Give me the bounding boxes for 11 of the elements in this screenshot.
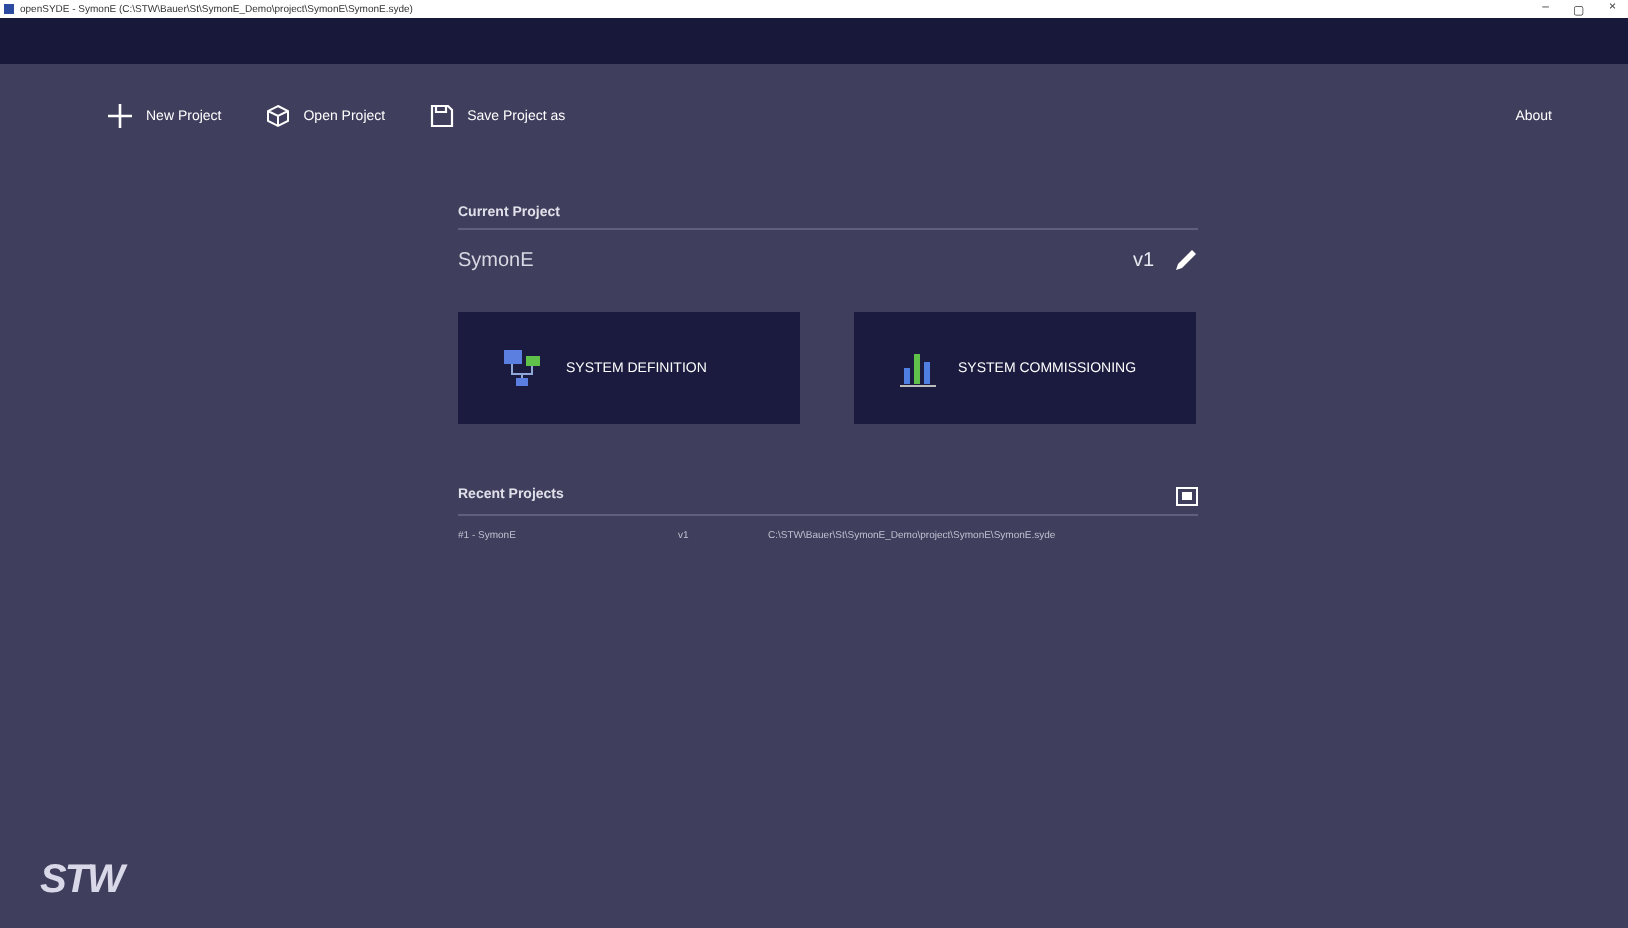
network-icon: [502, 348, 546, 388]
import-icon[interactable]: [1176, 484, 1198, 506]
bar-chart-icon: [898, 348, 938, 388]
pencil-icon[interactable]: [1174, 248, 1198, 272]
plus-icon: [108, 104, 132, 128]
cube-icon: [265, 104, 290, 128]
logo: STW: [38, 858, 123, 906]
project-name: SymonE: [458, 249, 534, 271]
project-version: v1: [1132, 249, 1154, 271]
save-icon: [429, 104, 454, 128]
app-icon: [4, 4, 14, 14]
